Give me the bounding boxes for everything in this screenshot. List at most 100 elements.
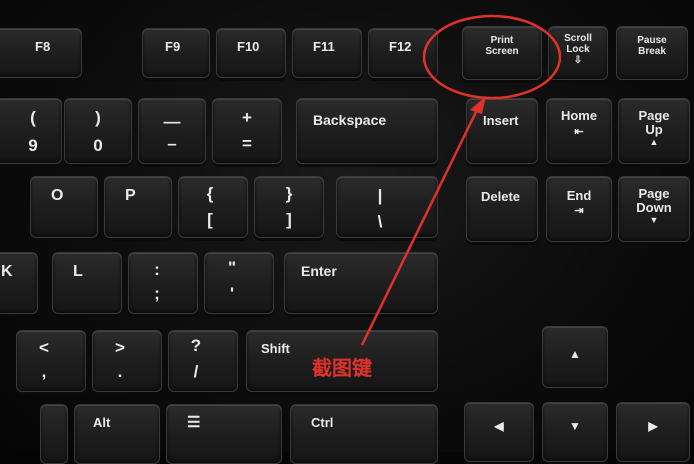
key-f9-label: F9 (165, 39, 181, 54)
key-right-bracket[interactable]: } ] (254, 176, 324, 238)
key-backslash-bottom: \ (377, 212, 383, 231)
key-slash[interactable]: ? / (168, 330, 238, 392)
key-minus-bottom: – (167, 134, 177, 153)
key-pause-break-top: Pause (637, 35, 667, 46)
key-f11[interactable]: F11 (292, 28, 362, 78)
key-0-top: ) (95, 108, 101, 127)
key-f8[interactable]: F8 (0, 28, 82, 78)
key-equals-bottom: = (242, 134, 252, 153)
key-arrow-left[interactable]: ◀ (464, 402, 534, 462)
key-page-down[interactable]: Page Down ▼ (618, 176, 690, 242)
key-quote-bottom: ' (229, 284, 235, 303)
key-p[interactable]: P (104, 176, 172, 238)
key-k-label: K (1, 263, 13, 280)
key-comma[interactable]: < , (16, 330, 86, 392)
key-page-up[interactable]: Page Up ▲ (618, 98, 690, 164)
key-home[interactable]: Home ⇤ (546, 98, 612, 164)
key-page-down-top: Page (638, 186, 670, 201)
key-pause-break-bottom: Break (638, 46, 666, 57)
key-period-bottom: . (117, 362, 123, 381)
key-left-bracket-bottom: [ (207, 210, 213, 229)
key-f10-label: F10 (237, 39, 260, 54)
key-f9[interactable]: F9 (142, 28, 210, 78)
key-equals[interactable]: + = (212, 98, 282, 164)
key-f12-label: F12 (389, 39, 412, 54)
key-print-screen[interactable]: Print Screen (462, 26, 542, 80)
key-f10[interactable]: F10 (216, 28, 286, 78)
key-0-bottom: 0 (93, 136, 103, 155)
key-l[interactable]: L (52, 252, 122, 314)
key-k[interactable]: K (0, 252, 38, 314)
key-delete[interactable]: Delete (466, 176, 538, 242)
key-comma-bottom: , (41, 362, 47, 381)
key-semicolon[interactable]: : ; (128, 252, 198, 314)
key-period[interactable]: > . (92, 330, 162, 392)
key-space[interactable] (40, 404, 68, 464)
key-f12[interactable]: F12 (368, 28, 438, 78)
key-slash-bottom: / (193, 362, 199, 381)
key-backslash-top: | (377, 186, 383, 205)
key-left-bracket[interactable]: { [ (178, 176, 248, 238)
key-0[interactable]: ) 0 (64, 98, 132, 164)
key-f11-label: F11 (313, 39, 335, 54)
keyboard: F8 F9 F10 F11 F12 Print Screen Scroll Lo… (0, 0, 694, 464)
key-minus[interactable]: — – (138, 98, 206, 164)
key-9-bottom: 9 (28, 136, 38, 155)
key-arrow-up[interactable]: ▲ (542, 326, 608, 388)
page-down-arrow-icon: ▼ (649, 215, 659, 225)
key-print-screen-top: Print (490, 35, 514, 46)
arrow-left-icon: ◀ (494, 419, 504, 433)
key-end-label: End (566, 188, 592, 203)
key-alt[interactable]: Alt (74, 404, 160, 464)
key-o[interactable]: O (30, 176, 98, 238)
key-delete-label: Delete (481, 189, 521, 204)
key-semicolon-bottom: ; (154, 284, 160, 303)
key-print-screen-bottom: Screen (485, 46, 519, 57)
key-f8-label: F8 (35, 39, 51, 54)
key-l-label: L (73, 263, 83, 280)
key-scroll-lock[interactable]: Scroll Lock ⇩ (548, 26, 608, 80)
key-comma-top: < (39, 338, 49, 357)
key-o-label: O (51, 187, 64, 204)
key-period-top: > (115, 338, 125, 357)
key-backspace[interactable]: Backspace (296, 98, 438, 164)
key-right-bracket-bottom: ] (286, 210, 292, 229)
key-semicolon-top: : (154, 260, 160, 279)
annotation-label: 截图键 (312, 356, 372, 380)
key-page-up-bottom: Up (645, 122, 663, 137)
key-shift-label: Shift (261, 341, 290, 356)
key-pause-break[interactable]: Pause Break (616, 26, 688, 80)
key-p-label: P (125, 187, 136, 204)
end-icon: ⇥ (574, 205, 584, 217)
key-ctrl[interactable]: Ctrl (290, 404, 438, 464)
key-9[interactable]: ( 9 (0, 98, 62, 164)
key-slash-top: ? (190, 336, 202, 355)
menu-icon: ☰ (187, 414, 201, 431)
key-menu[interactable]: ☰ (166, 404, 282, 464)
key-home-label: Home (560, 108, 598, 123)
scroll-lock-icon: ⇩ (573, 55, 583, 66)
key-ctrl-label: Ctrl (311, 415, 334, 430)
key-backspace-label: Backspace (313, 112, 387, 128)
key-scroll-lock-top: Scroll (564, 33, 592, 44)
key-9-top: ( (30, 108, 36, 127)
key-page-down-bottom: Down (636, 200, 672, 215)
key-page-up-top: Page (638, 108, 670, 123)
key-minus-top: — (163, 112, 181, 131)
key-scroll-lock-bottom: Lock (566, 44, 590, 55)
key-end[interactable]: End ⇥ (546, 176, 612, 242)
key-insert-label: Insert (483, 113, 519, 128)
key-equals-top: + (242, 108, 252, 127)
page-up-arrow-icon: ▲ (649, 137, 659, 147)
key-enter[interactable]: Enter (284, 252, 438, 314)
key-quote[interactable]: " ' (204, 252, 274, 314)
key-enter-label: Enter (301, 263, 337, 279)
key-quote-top: " (227, 258, 237, 277)
key-left-bracket-top: { (206, 184, 214, 203)
key-insert[interactable]: Insert (466, 98, 538, 164)
key-backslash[interactable]: | \ (336, 176, 438, 238)
key-arrow-down[interactable]: ▼ (542, 402, 608, 462)
arrow-up-icon: ▲ (569, 347, 581, 361)
arrow-right-icon: ▶ (648, 419, 658, 433)
key-arrow-right[interactable]: ▶ (616, 402, 690, 462)
